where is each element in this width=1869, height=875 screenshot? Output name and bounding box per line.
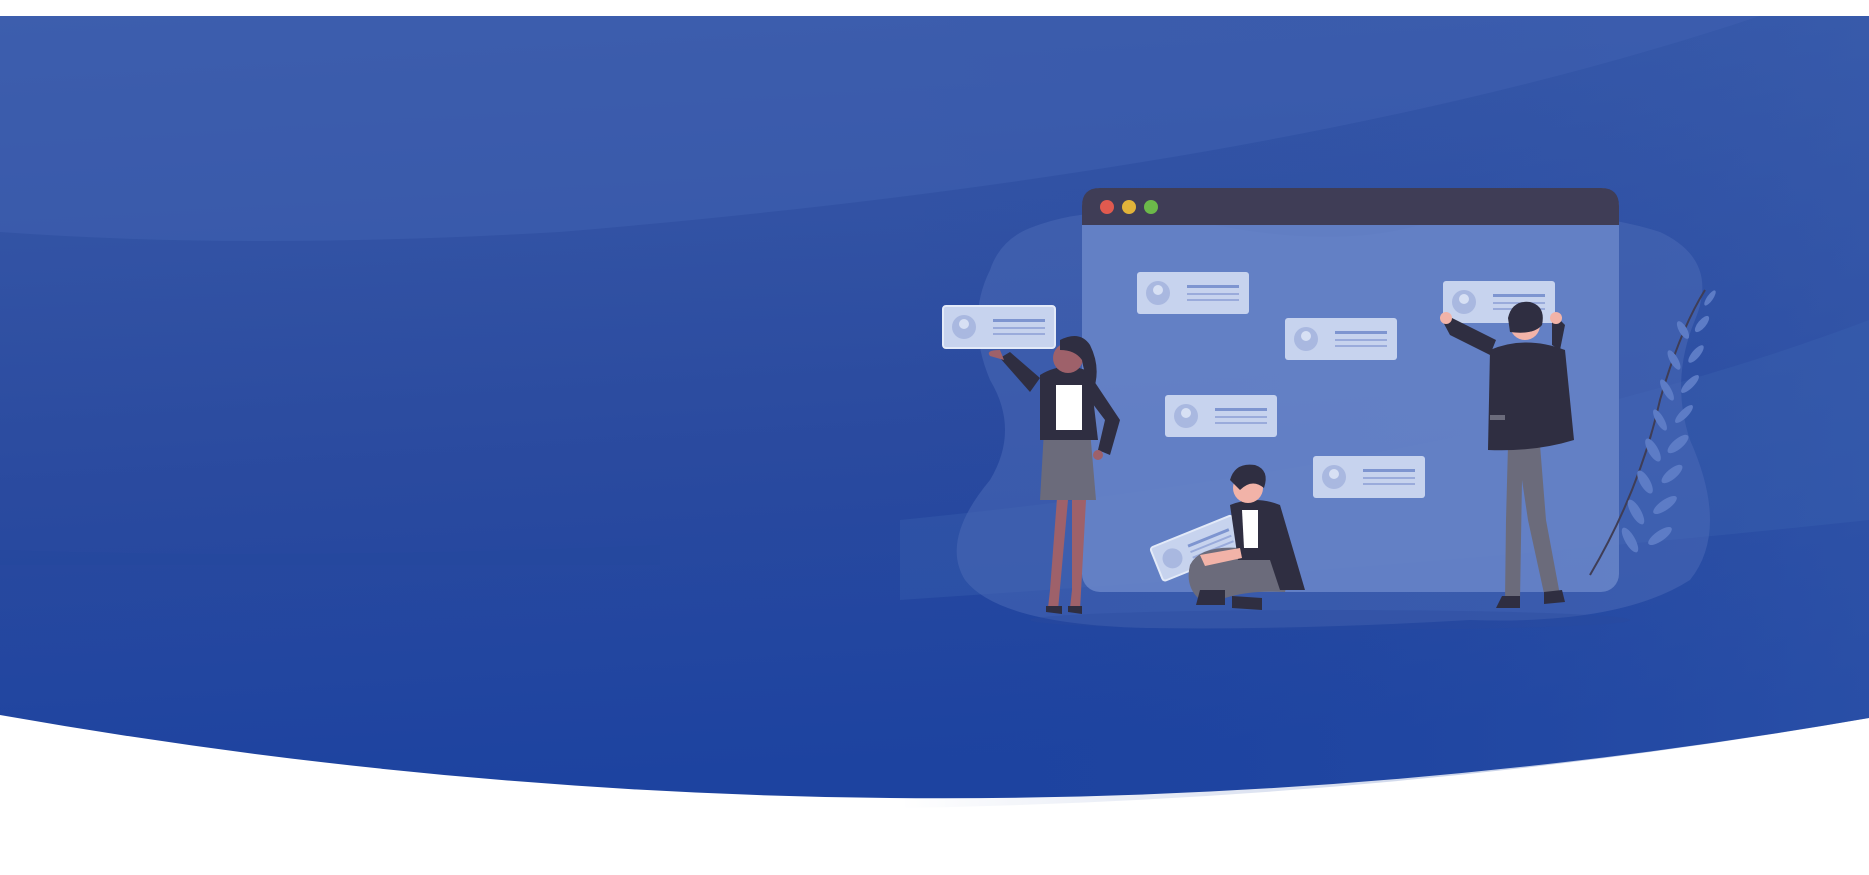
- profile-card: [1313, 456, 1425, 498]
- ground-shadow: [1030, 610, 1630, 630]
- red-dot-icon: [1100, 200, 1114, 214]
- hero-illustration: [0, 16, 1869, 808]
- yellow-dot-icon: [1122, 200, 1136, 214]
- profile-card: [1137, 272, 1249, 314]
- window-titlebar: [1082, 188, 1619, 225]
- profile-card: [1165, 395, 1277, 437]
- green-dot-icon: [1144, 200, 1158, 214]
- hero-banner-page: [0, 0, 1869, 875]
- profile-card: [1285, 318, 1397, 360]
- profile-card-held: [942, 305, 1056, 349]
